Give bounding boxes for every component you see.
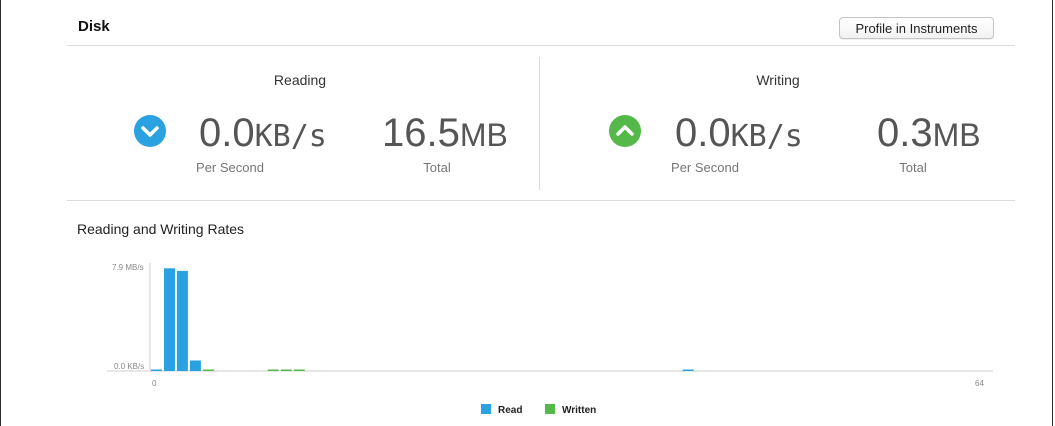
writing-title: Writing: [756, 72, 800, 88]
legend-read: Read: [481, 404, 522, 416]
legend-read-label: Read: [498, 405, 523, 416]
panel-title: Disk: [78, 18, 110, 35]
x-tick-start: 0: [152, 379, 157, 388]
writing-rate-label: Per Second: [671, 160, 739, 175]
reading-rate: 0.0KB/s: [199, 113, 327, 157]
writing-total-unit: MB: [932, 117, 981, 153]
reading-total-unit: MB: [459, 117, 508, 153]
stats-divider: [67, 200, 1015, 201]
disk-panel: [0, 0, 1053, 426]
writing-rate-value: 0.0: [675, 111, 731, 155]
reading-total-value: 16.5: [382, 111, 460, 155]
writing-total-value: 0.3: [877, 111, 933, 155]
written-swatch: [545, 404, 555, 414]
chevron-down-circle-icon: [134, 115, 166, 147]
reading-rate-unit: KB/s: [254, 119, 327, 154]
writing-total: 0.3MB: [877, 113, 981, 155]
reading-total-label: Total: [423, 160, 451, 175]
reading-total: 16.5MB: [382, 113, 508, 155]
y-tick-min: 0.0 KB/s: [114, 362, 145, 371]
x-tick-end: 64: [975, 379, 984, 388]
chevron-up-circle-icon: [609, 115, 641, 147]
legend-written-label: Written: [562, 405, 597, 416]
writing-rate-unit: KB/s: [730, 119, 803, 154]
read-swatch: [481, 404, 491, 414]
column-divider: [539, 57, 540, 190]
reading-rate-label: Per Second: [196, 160, 264, 175]
y-tick-max: 7.9 MB/s: [112, 263, 144, 272]
writing-rate: 0.0KB/s: [675, 113, 803, 157]
profile-in-instruments-button[interactable]: Profile in Instruments: [839, 17, 994, 39]
reading-rate-value: 0.0: [199, 111, 255, 155]
reading-title: Reading: [273, 72, 327, 88]
chart-title: Reading and Writing Rates: [77, 221, 245, 237]
legend-written: Written: [545, 404, 596, 416]
writing-total-label: Total: [899, 160, 927, 175]
header-divider: [67, 45, 1015, 46]
